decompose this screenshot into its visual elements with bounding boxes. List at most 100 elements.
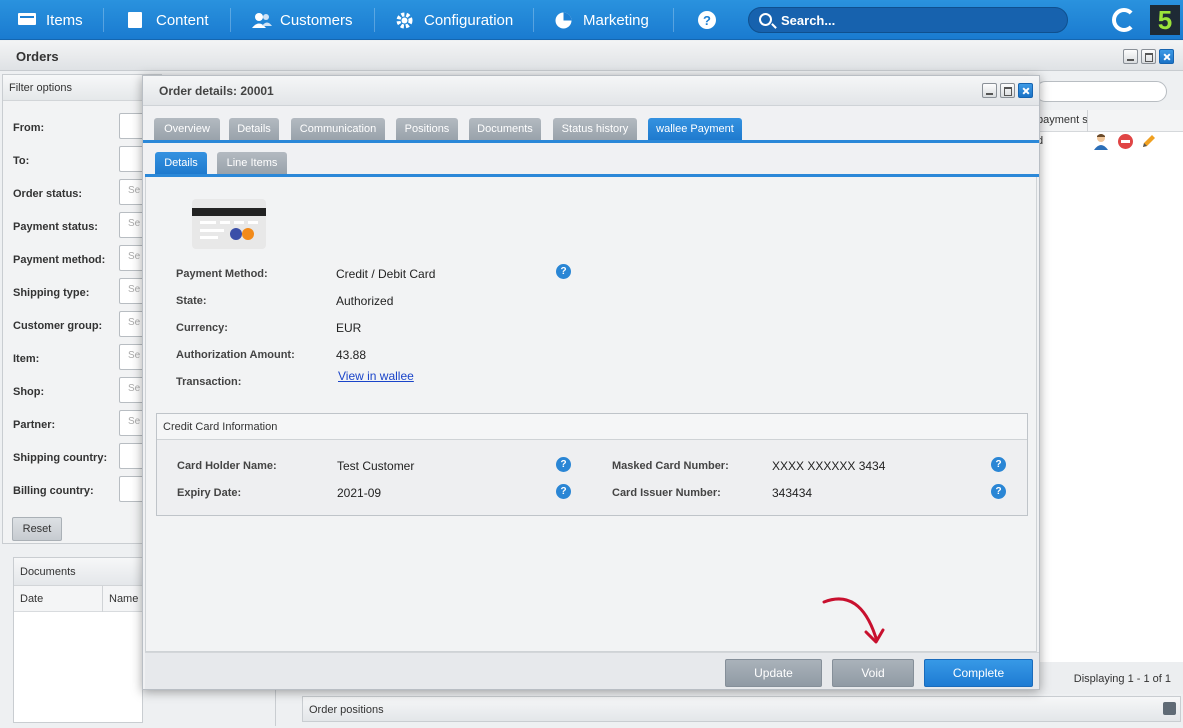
masked-card-value: XXXX XXXXXX 3434 (772, 459, 886, 473)
view-in-wallee-link[interactable]: View in wallee (338, 369, 414, 383)
orders-window-header: Orders (0, 41, 1183, 71)
minimize-icon[interactable] (1123, 49, 1138, 64)
tab-overview[interactable]: Overview (154, 118, 220, 140)
items-icon (18, 12, 36, 28)
order-list-body (1035, 152, 1183, 662)
payment-method-value: Credit / Debit Card (336, 267, 436, 281)
collapse-icon[interactable] (1163, 702, 1176, 715)
complete-button[interactable]: Complete (924, 659, 1033, 687)
col-name[interactable]: Name (102, 586, 138, 612)
transaction-label: Transaction: (176, 376, 242, 388)
expiry-value: 2021-09 (337, 486, 382, 500)
card-issuer-value: 343434 (772, 486, 813, 500)
amount-label: Authorization Amount: (176, 349, 295, 361)
filter-label-item: Item: (13, 353, 40, 365)
card-holder-value: Test Customer (337, 459, 415, 473)
tab-documents[interactable]: Documents (469, 118, 541, 140)
filter-label-from: From: (13, 122, 45, 134)
nav-customers-label: Customers (280, 11, 353, 29)
help-icon[interactable]: ? (991, 484, 1006, 499)
modal-footer: Update Void Complete (145, 652, 1039, 689)
order-positions-panel: Order positions (302, 696, 1181, 722)
filter-label-shop: Shop: (13, 386, 45, 398)
payment-method-label: Payment Method: (176, 268, 268, 280)
credit-card-icon (192, 199, 266, 249)
tab-status-history[interactable]: Status history (553, 118, 637, 140)
masked-card-label: Masked Card Number: (612, 460, 729, 472)
list-search-input[interactable] (1035, 81, 1167, 102)
tab-details[interactable]: Details (229, 118, 279, 140)
payment-details-panel: Payment Method: Credit / Debit Card ? St… (145, 177, 1037, 652)
close-icon[interactable] (1159, 49, 1174, 64)
customer-icon[interactable] (1093, 133, 1109, 153)
filter-label-customer-group: Customer group: (13, 320, 103, 332)
card-holder-label: Card Holder Name: (177, 460, 277, 472)
minimize-icon[interactable] (982, 83, 997, 98)
delete-icon[interactable] (1118, 134, 1133, 149)
filter-label-payment-status: Payment status: (13, 221, 98, 233)
filter-label-order-status: Order status: (13, 188, 83, 200)
card-issuer-label: Card Issuer Number: (612, 487, 721, 499)
subtab-line-items[interactable]: Line Items (217, 152, 287, 174)
panel-divider (275, 690, 303, 726)
documents-panel: Documents Date Name (13, 557, 143, 723)
tab-wallee-payment[interactable]: wallee Payment (648, 118, 742, 140)
content-icon (128, 12, 146, 28)
tab-positions[interactable]: Positions (396, 118, 458, 140)
subtab-details[interactable]: Details (155, 152, 207, 174)
nav-customers[interactable]: Customers (252, 0, 353, 40)
search-placeholder: Search... (781, 12, 836, 28)
close-icon[interactable] (1018, 83, 1033, 98)
help-icon[interactable]: ? (556, 457, 571, 472)
help-icon[interactable]: ? (556, 484, 571, 499)
modal-window-controls (982, 83, 1033, 98)
payment-subtabs: Details Line Items (145, 152, 1039, 177)
maximize-icon[interactable] (1000, 83, 1015, 98)
gear-icon (396, 12, 414, 29)
help-icon[interactable]: ? (556, 264, 571, 279)
tab-communication[interactable]: Communication (291, 118, 385, 140)
logo-text: 5 (1157, 4, 1173, 35)
nav-content-label: Content (156, 11, 209, 29)
void-button[interactable]: Void (832, 659, 914, 687)
filter-title: Filter options (3, 75, 161, 101)
nav-content[interactable]: Content (128, 0, 209, 40)
filter-panel: Filter options From: To: Order status: S… (2, 74, 162, 544)
nav-configuration-label: Configuration (424, 11, 514, 29)
shopware-logo-icon (1112, 8, 1136, 32)
order-details-header: Order details: 20001 (143, 76, 1039, 106)
orders-window-controls (1123, 49, 1174, 64)
col-date[interactable]: Date (20, 593, 43, 605)
help-icon: ? (698, 11, 716, 29)
edit-pencil-icon[interactable] (1141, 133, 1157, 152)
currency-value: EUR (336, 321, 362, 335)
search-input[interactable]: Search... (748, 7, 1068, 33)
documents-columns: Date Name (14, 586, 142, 612)
filter-label-to: To: (13, 155, 30, 167)
credit-card-info-fieldset: Credit Card Information Card Holder Name… (156, 413, 1028, 516)
filter-label-partner: Partner: (13, 419, 56, 431)
maximize-icon[interactable] (1141, 49, 1156, 64)
customers-icon (252, 12, 272, 28)
filter-label-payment-method: Payment method: (13, 254, 106, 266)
annotation-arrow-icon (822, 597, 885, 644)
order-details-title: Order details: 20001 (159, 84, 274, 98)
orders-title: Orders (16, 49, 59, 64)
state-value: Authorized (336, 294, 394, 308)
filter-label-shipping-type: Shipping type: (13, 287, 90, 299)
order-tabs: Overview Details Communication Positions… (143, 118, 1039, 143)
list-column-payment-status[interactable]: payment s (1035, 110, 1183, 132)
help-icon[interactable]: ? (991, 457, 1006, 472)
pie-chart-icon (555, 12, 573, 29)
nav-items[interactable]: Items (18, 0, 83, 40)
nav-marketing[interactable]: Marketing (555, 0, 649, 40)
expiry-label: Expiry Date: (177, 487, 242, 499)
pagination-status: Displaying 1 - 1 of 1 (1040, 662, 1183, 694)
update-button[interactable]: Update (725, 659, 822, 687)
nav-help[interactable]: ? (698, 0, 716, 40)
currency-label: Currency: (176, 322, 228, 334)
table-row[interactable]: d (1035, 132, 1183, 152)
reset-button[interactable]: Reset (12, 517, 62, 541)
filter-label-billing-country: Billing country: (13, 485, 94, 497)
nav-configuration[interactable]: Configuration (396, 0, 513, 40)
